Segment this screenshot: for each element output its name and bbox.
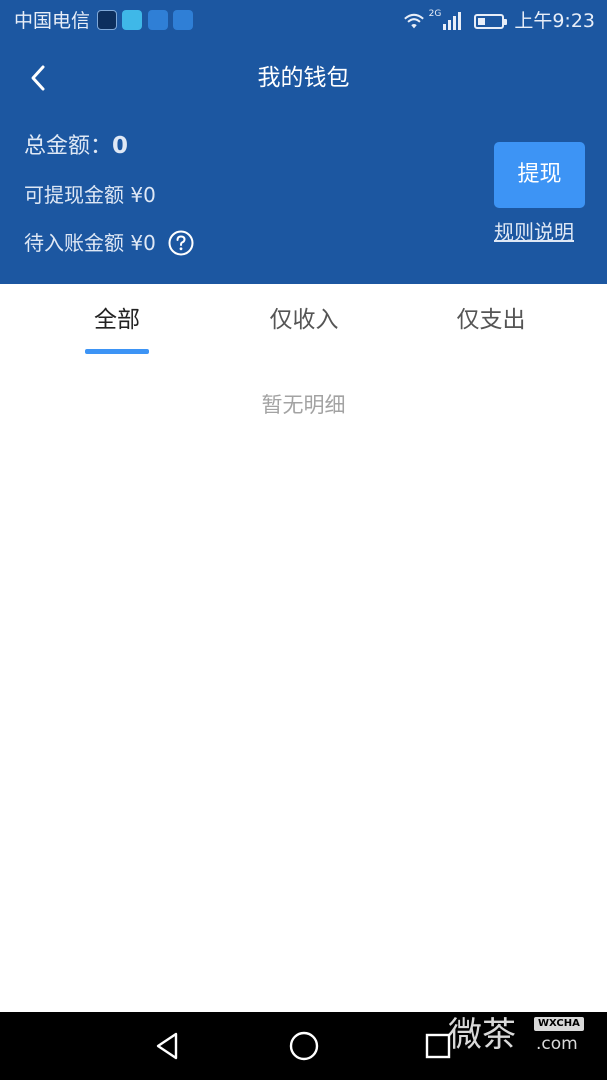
total-amount-row: 总金额：0 (24, 130, 128, 163)
carrier-name: 中国电信 (14, 10, 91, 32)
question-circle-icon[interactable] (168, 230, 194, 256)
message-notification-icon (97, 10, 117, 30)
circle-home-icon[interactable] (287, 1029, 321, 1063)
pending-amount: 待入账金额 ¥0 (24, 231, 156, 255)
tab-expense-only[interactable]: 仅支出 (451, 304, 531, 336)
network-type: 2G (428, 8, 442, 19)
tab-bar: 全部 仅收入 仅支出 (0, 284, 607, 356)
status-time: 上午9:23 (514, 10, 595, 32)
heart-notification-icon (173, 10, 193, 30)
watermark-suffix: .com (536, 1034, 578, 1054)
tab-all[interactable]: 全部 (85, 304, 149, 336)
book-notification-icon (122, 10, 142, 30)
signal-strength-icon (443, 12, 462, 30)
wifi-icon (403, 13, 424, 29)
total-amount-value: 0 (112, 133, 129, 159)
rules-link[interactable]: 规则说明 (494, 218, 574, 246)
tab-active-indicator (85, 349, 149, 354)
withdraw-button[interactable]: 提现 (494, 142, 585, 208)
pending-amount-row: 待入账金额 ¥0 (24, 229, 194, 257)
withdrawable-amount: 可提现金额 ¥0 (24, 183, 156, 207)
total-amount-label: 总金额： (24, 134, 113, 159)
battery-level-fill (478, 17, 486, 25)
triangle-back-icon[interactable] (152, 1030, 184, 1062)
shield-notification-icon (148, 10, 168, 30)
watermark: 微茶 WXCHA .com (448, 1013, 598, 1061)
status-indicators: 2G 上午9:23 (403, 7, 595, 35)
tab-income-only[interactable]: 仅收入 (264, 304, 344, 336)
watermark-tag: WXCHA (534, 1017, 584, 1031)
status-bar: 中国电信 2G 上午9:23 (0, 0, 607, 42)
battery-icon (474, 13, 508, 29)
page-title: 我的钱包 (257, 65, 350, 91)
watermark-main: 微茶 (448, 1015, 516, 1055)
empty-state-text: 暂无明细 (261, 393, 346, 417)
